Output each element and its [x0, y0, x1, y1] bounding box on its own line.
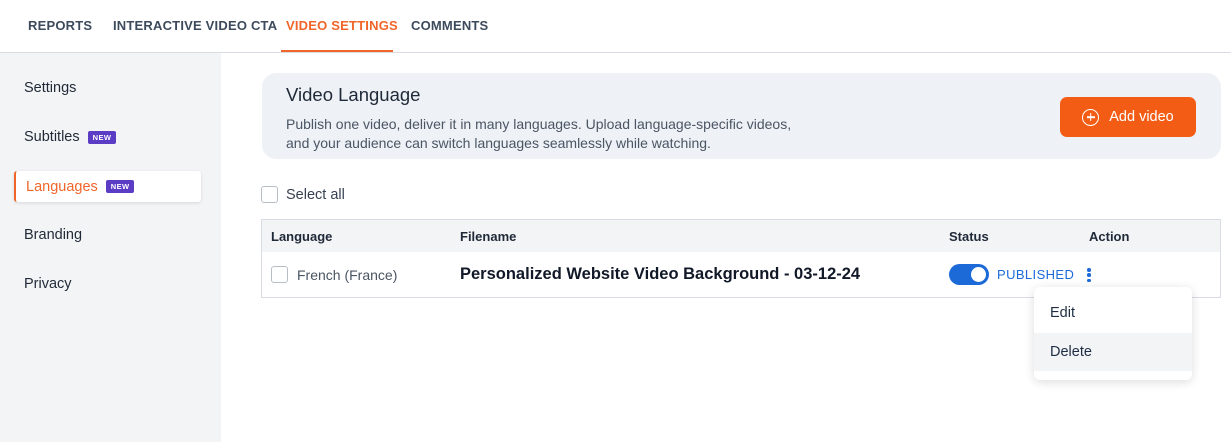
publish-toggle[interactable]	[949, 264, 989, 285]
tab-reports[interactable]: REPORTS	[28, 18, 92, 33]
table-header: Language Filename Status Action	[262, 220, 1220, 252]
column-header-filename: Filename	[460, 229, 517, 244]
sidebar-item-label: Privacy	[24, 276, 72, 292]
sidebar-item-label: Subtitles	[24, 129, 80, 145]
sidebar-item-label: Branding	[24, 227, 83, 243]
column-header-language: Language	[271, 229, 333, 244]
menu-item-edit[interactable]: Edit	[1034, 294, 1192, 332]
tab-interactive-video-cta[interactable]: INTERACTIVE VIDEO CTA	[113, 18, 277, 33]
more-actions-icon[interactable]	[1084, 266, 1094, 284]
active-tab-indicator	[281, 50, 393, 52]
row-checkbox[interactable]	[271, 266, 288, 283]
sidebar-item-settings[interactable]: Settings	[24, 80, 76, 96]
select-all-checkbox[interactable]	[261, 186, 278, 203]
page-title: Video Language	[286, 84, 421, 105]
tab-video-settings[interactable]: VIDEO SETTINGS	[286, 18, 398, 33]
language-name: French (France)	[297, 266, 398, 283]
toggle-knob	[971, 267, 986, 282]
page-description: Publish one video, deliver it in many la…	[286, 116, 792, 151]
plus-circle-icon	[1082, 108, 1100, 126]
tab-comments[interactable]: COMMENTS	[411, 18, 488, 33]
sidebar-item-branding[interactable]: Branding	[24, 227, 82, 243]
menu-item-delete[interactable]: Delete	[1034, 333, 1192, 371]
add-video-button[interactable]: Add video	[1060, 97, 1196, 137]
action-menu: Edit Delete	[1034, 287, 1192, 380]
add-video-label: Add video	[1109, 109, 1174, 125]
video-language-card: Video Language Publish one video, delive…	[262, 73, 1221, 159]
column-header-status: Status	[949, 229, 989, 244]
new-badge: NEW	[87, 130, 117, 144]
new-badge: NEW	[105, 180, 135, 193]
top-tab-bar: REPORTS INTERACTIVE VIDEO CTA VIDEO SETT…	[0, 0, 1231, 53]
select-all-label: Select all	[286, 186, 345, 203]
settings-sidebar: Settings Subtitles NEW Languages NEW Bra…	[0, 53, 221, 442]
status-label: PUBLISHED	[997, 267, 1075, 282]
sidebar-item-privacy[interactable]: Privacy	[24, 276, 72, 292]
language-cell: French (France)	[271, 266, 397, 283]
sidebar-item-subtitles[interactable]: Subtitles NEW	[24, 129, 117, 145]
column-header-action: Action	[1089, 229, 1130, 244]
sidebar-item-label: Languages	[26, 178, 98, 195]
sidebar-item-languages[interactable]: Languages NEW	[14, 171, 201, 202]
select-all[interactable]: Select all	[261, 186, 345, 203]
sidebar-item-label: Settings	[24, 80, 77, 96]
filename-cell: Personalized Website Video Background - …	[460, 265, 861, 283]
